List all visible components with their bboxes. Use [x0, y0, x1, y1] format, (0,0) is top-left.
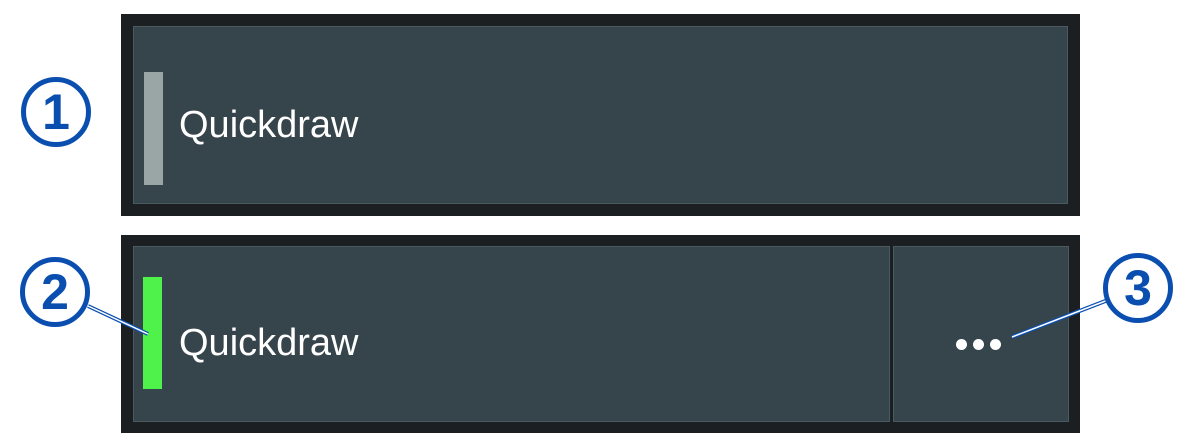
callout-number-1: 1 — [21, 77, 91, 147]
leader-line-3-highlight — [1011, 299, 1109, 338]
callout-number-3: 3 — [1103, 253, 1173, 323]
callout-leader-lines — [87, 298, 1109, 339]
callout-number-2: 2 — [20, 257, 90, 327]
leader-line-2-highlight — [87, 305, 149, 335]
